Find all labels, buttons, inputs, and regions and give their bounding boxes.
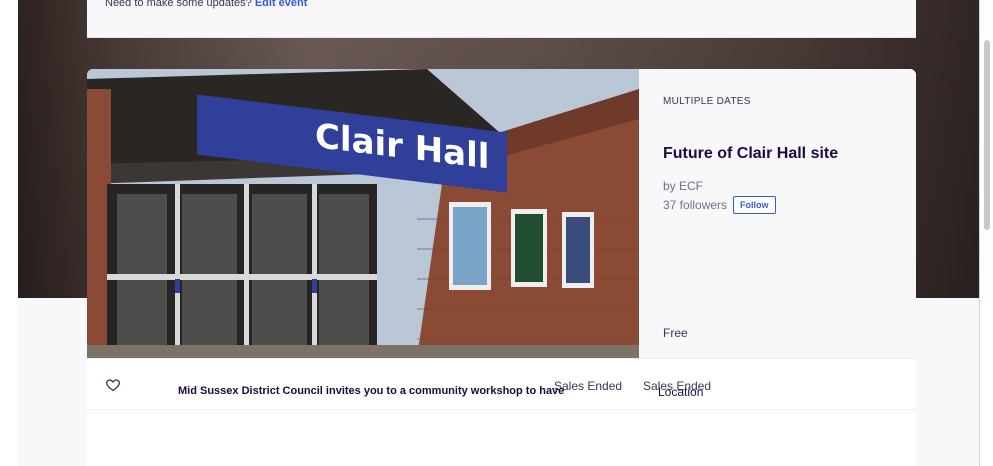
page-left-margin	[0, 0, 18, 466]
location-heading: Location	[658, 385, 704, 399]
event-action-bar: Sales Ended Sales Ended	[87, 358, 916, 410]
scrollbar-track[interactable]	[979, 0, 993, 466]
event-dates-label: MULTIPLE DATES	[663, 96, 751, 107]
followers-count: 37 followers	[663, 198, 728, 212]
update-message: Need to make some updates? Edit event	[105, 0, 307, 10]
organizer-name[interactable]: by ECF	[663, 179, 703, 193]
event-image: Clair Hall	[87, 69, 639, 358]
follow-button[interactable]: Follow	[733, 196, 776, 214]
event-title: Future of Clair Hall site	[663, 145, 839, 162]
update-message-text: Need to make some updates?	[105, 0, 252, 9]
heart-outline-icon[interactable]	[105, 377, 121, 393]
event-photo-illustration: Clair Hall	[87, 69, 639, 358]
edit-event-link[interactable]: Edit event	[255, 0, 308, 9]
event-description: Mid Sussex District Council invites you …	[178, 385, 565, 397]
scrollbar-thumb[interactable]	[984, 40, 990, 230]
event-price: Free	[663, 326, 688, 340]
organizer-update-banner: Need to make some updates? Edit event	[87, 0, 916, 38]
event-summary-panel: MULTIPLE DATES Future of Clair Hall site…	[639, 69, 916, 358]
followers-row: 37 followers Follow	[663, 196, 776, 214]
event-card: Clair Hall MULTIPLE DATES Future of Clai…	[87, 69, 916, 466]
